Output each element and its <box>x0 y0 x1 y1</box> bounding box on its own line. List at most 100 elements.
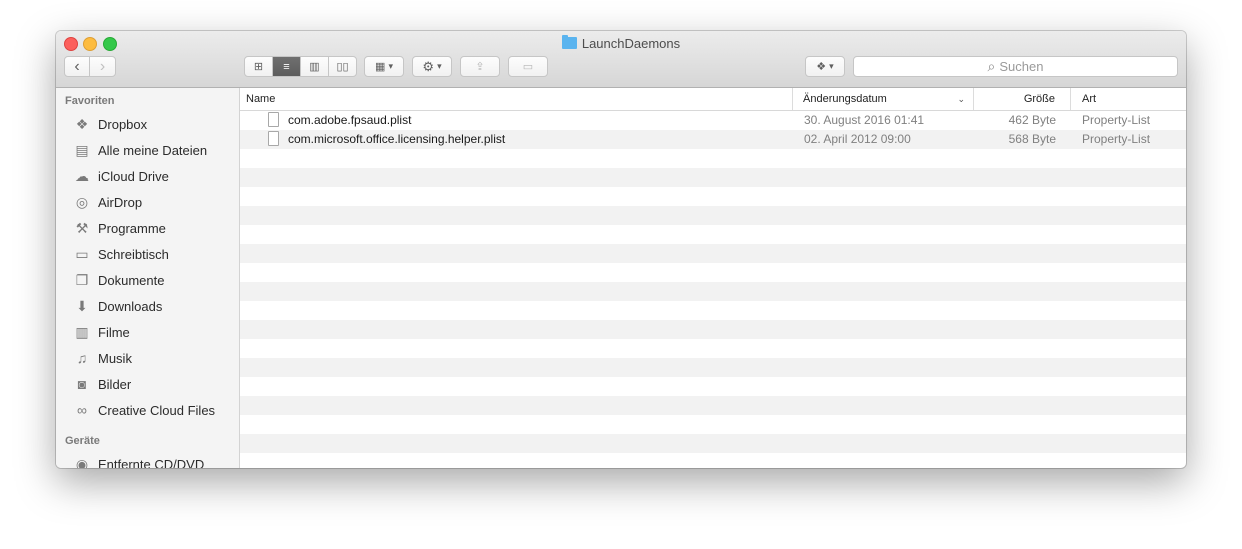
file-size: 568 Byte <box>1008 132 1056 146</box>
sidebar-header-favorites: Favoriten <box>65 95 115 107</box>
coverflow-icon: ▯▯ <box>336 61 349 73</box>
chevron-down-icon: ▾ <box>437 61 442 71</box>
grid-icon: ⊞ <box>253 61 264 73</box>
tags-button[interactable]: ▭ <box>508 56 548 77</box>
sidebar-item-label: AirDrop <box>98 194 143 210</box>
empty-row <box>240 263 1186 282</box>
share-icon: ⇪ <box>475 61 485 73</box>
sidebar-item-airdrop[interactable]: ◎ AirDrop <box>73 190 142 214</box>
empty-row <box>240 206 1186 225</box>
sidebar-item-applications[interactable]: ⚒ Programme <box>73 216 166 240</box>
sidebar-item-label: Entfernte CD/DVD <box>98 456 205 469</box>
columns-icon: ▥ <box>309 61 320 73</box>
sidebar-item-remote-disc[interactable]: ◉ Entfernte CD/DVD <box>73 452 205 469</box>
dropbox-icon: ❖ <box>816 61 827 73</box>
sidebar-item-dropbox[interactable]: ❖ Dropbox <box>73 112 147 136</box>
table-row[interactable]: com.adobe.fpsaud.plist 30. August 2016 0… <box>240 111 1186 130</box>
desktop-icon: ▭ <box>75 245 89 262</box>
share-button[interactable]: ⇪ <box>460 56 500 77</box>
documents-icon: ❐ <box>75 271 89 288</box>
empty-row <box>240 396 1186 415</box>
sidebar-item-label: Downloads <box>98 298 163 314</box>
sidebar-item-label: Programme <box>98 220 166 236</box>
column-label: Art <box>1082 93 1097 105</box>
all-files-icon: ▤ <box>75 141 89 158</box>
chevron-right-icon: › <box>99 57 106 75</box>
empty-row <box>240 320 1186 339</box>
empty-row <box>240 168 1186 187</box>
sidebar-item-desktop[interactable]: ▭ Schreibtisch <box>73 242 168 266</box>
tag-icon: ▭ <box>522 61 534 73</box>
empty-row <box>240 377 1186 396</box>
sidebar-item-all-files[interactable]: ▤ Alle meine Dateien <box>73 138 207 162</box>
chevron-down-icon: ▾ <box>388 61 393 71</box>
table-row[interactable]: com.microsoft.office.licensing.helper.pl… <box>240 130 1186 149</box>
empty-row <box>240 415 1186 434</box>
list-icon: ≡ <box>283 60 290 73</box>
chevron-down-icon: ▾ <box>829 61 834 71</box>
music-icon: ♫ <box>76 350 88 366</box>
file-kind: Property-List <box>1082 132 1151 146</box>
search-icon: ⌕ <box>987 58 996 74</box>
column-date-header[interactable]: Änderungsdatum ⌄ <box>793 88 974 110</box>
file-name: com.adobe.fpsaud.plist <box>288 113 412 127</box>
title-bar: LaunchDaemons ‹ › ⊞ ≡ ▥ ▯▯ ▦ ▾ ⚙ ▾ ⇪ ▭ ❖… <box>56 31 1186 88</box>
window-title-text: LaunchDaemons <box>581 36 681 51</box>
empty-row <box>240 187 1186 206</box>
icon-view-button[interactable]: ⊞ <box>244 56 273 77</box>
document-icon <box>268 112 279 127</box>
column-view-button[interactable]: ▥ <box>300 56 329 77</box>
file-kind: Property-List <box>1082 113 1151 127</box>
column-size-header[interactable]: Größe <box>974 88 1071 110</box>
sidebar-item-label: Musik <box>98 350 132 366</box>
back-button[interactable]: ‹ <box>64 56 90 77</box>
forward-button[interactable]: › <box>89 56 116 77</box>
applications-icon: ⚒ <box>75 219 89 236</box>
sidebar: Favoriten ❖ Dropbox ▤ Alle meine Dateien… <box>56 88 240 468</box>
disc-icon: ◉ <box>75 455 89 469</box>
chevron-left-icon: ‹ <box>74 57 80 75</box>
sidebar-item-label: Dropbox <box>98 116 148 132</box>
dropbox-icon: ❖ <box>75 115 89 132</box>
empty-row <box>240 358 1186 377</box>
cloud-icon: ☁ <box>75 167 89 184</box>
sidebar-item-music[interactable]: ♫ Musik <box>73 346 132 370</box>
list-view-button[interactable]: ≡ <box>272 56 301 77</box>
sidebar-header-devices: Geräte <box>65 435 100 447</box>
column-name-header[interactable]: Name <box>240 88 793 110</box>
finder-window: LaunchDaemons ‹ › ⊞ ≡ ▥ ▯▯ ▦ ▾ ⚙ ▾ ⇪ ▭ ❖… <box>56 31 1186 468</box>
creative-cloud-icon: ∞ <box>77 402 87 418</box>
sidebar-item-label: Filme <box>98 324 130 340</box>
gear-icon: ⚙ <box>422 58 435 74</box>
rows-container: com.adobe.fpsaud.plist 30. August 2016 0… <box>240 111 1186 468</box>
column-label: Änderungsdatum <box>803 93 887 105</box>
sidebar-item-downloads[interactable]: ⬇ Downloads <box>73 294 162 318</box>
document-icon <box>268 131 279 146</box>
empty-row <box>240 244 1186 263</box>
file-date: 30. August 2016 01:41 <box>804 113 925 127</box>
empty-row <box>240 282 1186 301</box>
empty-row <box>240 149 1186 168</box>
sidebar-item-label: Alle meine Dateien <box>98 142 208 158</box>
arrange-button[interactable]: ▦ ▾ <box>364 56 404 77</box>
action-button[interactable]: ⚙ ▾ <box>412 56 452 77</box>
sidebar-item-label: Dokumente <box>98 272 165 288</box>
sidebar-item-documents[interactable]: ❐ Dokumente <box>73 268 165 292</box>
column-label: Größe <box>1023 93 1055 105</box>
sidebar-item-icloud-drive[interactable]: ☁ iCloud Drive <box>73 164 169 188</box>
movies-icon: ▥ <box>75 323 89 340</box>
search-placeholder: Suchen <box>999 59 1044 74</box>
sidebar-item-creative-cloud[interactable]: ∞ Creative Cloud Files <box>73 398 215 422</box>
sidebar-item-pictures[interactable]: ◙ Bilder <box>73 372 131 396</box>
search-field[interactable]: ⌕ Suchen <box>853 56 1178 77</box>
empty-row <box>240 225 1186 244</box>
airdrop-icon: ◎ <box>75 193 89 210</box>
downloads-icon: ⬇ <box>76 297 88 314</box>
coverflow-view-button[interactable]: ▯▯ <box>328 56 357 77</box>
file-name: com.microsoft.office.licensing.helper.pl… <box>288 132 506 146</box>
file-date: 02. April 2012 09:00 <box>804 132 911 146</box>
sidebar-item-movies[interactable]: ▥ Filme <box>73 320 130 344</box>
column-kind-header[interactable]: Art <box>1071 88 1186 110</box>
dropbox-toolbar-button[interactable]: ❖ ▾ <box>805 56 845 77</box>
column-label: Name <box>246 93 276 105</box>
